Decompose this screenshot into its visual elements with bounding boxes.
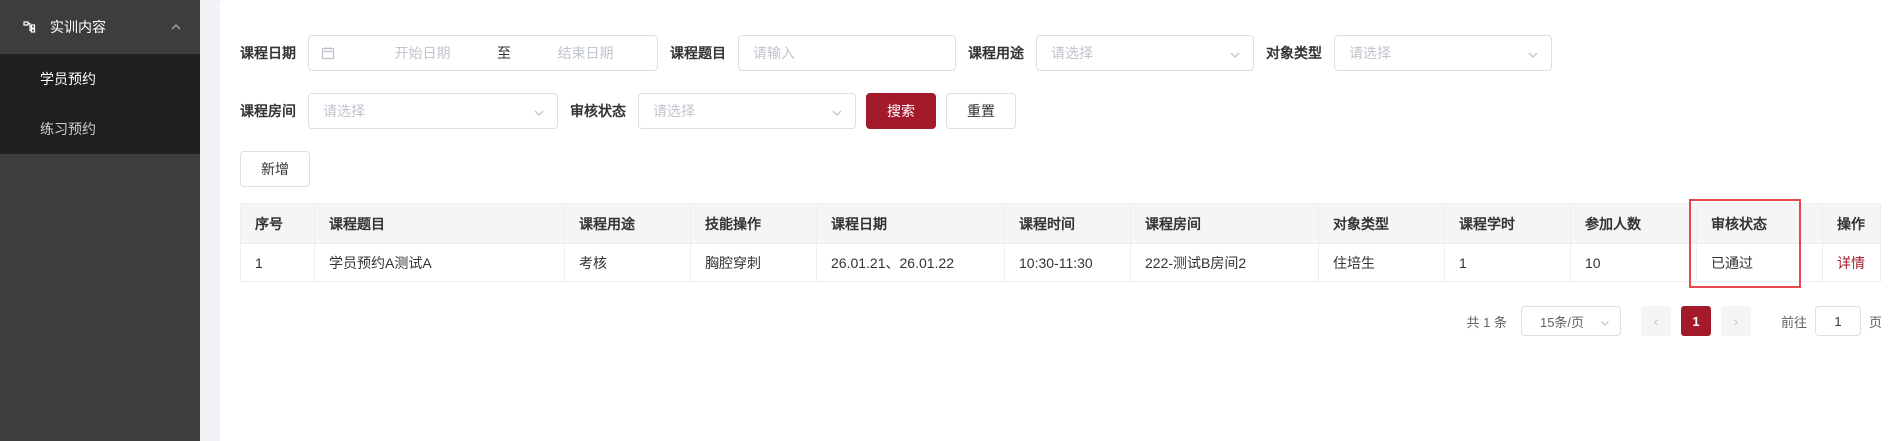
column-header: 课程题目: [314, 203, 565, 244]
object-select[interactable]: 请选择: [1334, 35, 1552, 71]
object-placeholder: 请选择: [1349, 45, 1391, 61]
room-select[interactable]: 请选择: [308, 93, 558, 129]
purpose-select[interactable]: 请选择: [1036, 35, 1254, 71]
sidebar-item-student-booking[interactable]: 学员预约: [0, 54, 200, 104]
next-page-button[interactable]: ›: [1720, 306, 1751, 336]
chevron-down-icon: [831, 106, 843, 118]
column-header: 技能操作: [690, 203, 817, 244]
date-end-input[interactable]: 结束日期: [528, 43, 643, 63]
cell-time: 10:30-11:30: [1004, 243, 1131, 282]
page-button-current[interactable]: 1: [1680, 306, 1711, 336]
column-header: 课程学时: [1444, 203, 1571, 244]
sidebar-item-label: 学员预约: [40, 71, 96, 87]
goto-page-input[interactable]: 1: [1814, 306, 1861, 336]
purpose-label: 课程用途: [968, 45, 1024, 61]
filter-row-2: 课程房间 请选择 审核状态 请选择 搜索 重置: [240, 93, 1016, 129]
cell-purpose: 考核: [564, 243, 691, 282]
room-placeholder: 请选择: [323, 103, 365, 119]
pagination: 共 1 条 15条/页 ‹ 1 › 前往 1 页: [1466, 306, 1882, 336]
room-label: 课程房间: [240, 103, 296, 119]
table-row: 1 学员预约A测试A 考核 胸腔穿刺 26.01.21、26.01.22 10:…: [240, 243, 1881, 282]
status-placeholder: 请选择: [653, 103, 695, 119]
page-size-value: 15条/页: [1539, 314, 1585, 330]
page-size-select[interactable]: 15条/页: [1520, 306, 1621, 336]
chevron-down-icon: [1600, 316, 1610, 326]
topic-label: 课程题目: [670, 45, 726, 61]
status-label: 审核状态: [570, 103, 626, 119]
add-button[interactable]: 新增: [240, 151, 310, 187]
cell-hours: 1: [1444, 243, 1571, 282]
column-header: 参加人数: [1570, 203, 1697, 244]
detail-link[interactable]: 详情: [1822, 243, 1881, 282]
cell-participants: 10: [1570, 243, 1697, 282]
cell-index: 1: [240, 243, 315, 282]
column-header: 课程用途: [564, 203, 691, 244]
topic-placeholder: 请输入: [753, 45, 795, 61]
pagination-total: 共 1 条: [1466, 314, 1507, 330]
sidebar-group-label: 实训内容: [50, 19, 106, 35]
column-header: 课程日期: [816, 203, 1005, 244]
date-separator: 至: [497, 45, 511, 61]
cell-skill: 胸腔穿刺: [690, 243, 817, 282]
tree-icon: [22, 20, 36, 34]
search-button[interactable]: 搜索: [866, 93, 936, 129]
column-header: 操作: [1822, 203, 1881, 244]
chevron-down-icon: [533, 106, 545, 118]
cell-topic: 学员预约A测试A: [314, 243, 565, 282]
chevron-up-icon[interactable]: [170, 20, 182, 32]
column-header: 课程时间: [1004, 203, 1131, 244]
sidebar-group-training[interactable]: 实训内容: [0, 0, 200, 54]
sidebar-submenu: 学员预约 练习预约: [0, 54, 200, 154]
cell-date: 26.01.21、26.01.22: [816, 243, 1005, 282]
chevron-down-icon: [1229, 48, 1241, 60]
goto-label: 前往: [1780, 314, 1807, 330]
filter-row-1: 课程日期 开始日期 至 结束日期 课程题目 请输入 课程用途 请选择 对象类型 …: [240, 35, 1552, 71]
cell-room: 222-测试B房间2: [1130, 243, 1319, 282]
sidebar-item-practice-booking[interactable]: 练习预约: [0, 104, 200, 154]
cell-object-type: 住培生: [1318, 243, 1445, 282]
sidebar-item-label: 练习预约: [40, 121, 96, 137]
purpose-placeholder: 请选择: [1051, 45, 1093, 61]
status-highlight-box: [1689, 199, 1801, 288]
calendar-icon: [321, 46, 335, 60]
date-range-picker[interactable]: 开始日期 至 结束日期: [308, 35, 658, 71]
date-label: 课程日期: [240, 45, 296, 61]
page-suffix: 页: [1868, 314, 1882, 330]
sidebar: 实训内容 学员预约 练习预约: [0, 0, 200, 441]
column-header: 序号: [240, 203, 315, 244]
chevron-down-icon: [1527, 48, 1539, 60]
table-header-row: 序号 课程题目 课程用途 技能操作 课程日期 课程时间 课程房间 对象类型 课程…: [240, 203, 1881, 244]
reset-button[interactable]: 重置: [946, 93, 1016, 129]
main-panel: 课程日期 开始日期 至 结束日期 课程题目 请输入 课程用途 请选择 对象类型 …: [220, 0, 1902, 441]
booking-table: 序号 课程题目 课程用途 技能操作 课程日期 课程时间 课程房间 对象类型 课程…: [240, 203, 1881, 282]
column-header: 课程房间: [1130, 203, 1319, 244]
date-start-input[interactable]: 开始日期: [365, 43, 480, 63]
topic-input[interactable]: 请输入: [738, 35, 956, 71]
object-label: 对象类型: [1266, 45, 1322, 61]
column-header: 对象类型: [1318, 203, 1445, 244]
status-select[interactable]: 请选择: [638, 93, 856, 129]
prev-page-button[interactable]: ‹: [1640, 306, 1671, 336]
